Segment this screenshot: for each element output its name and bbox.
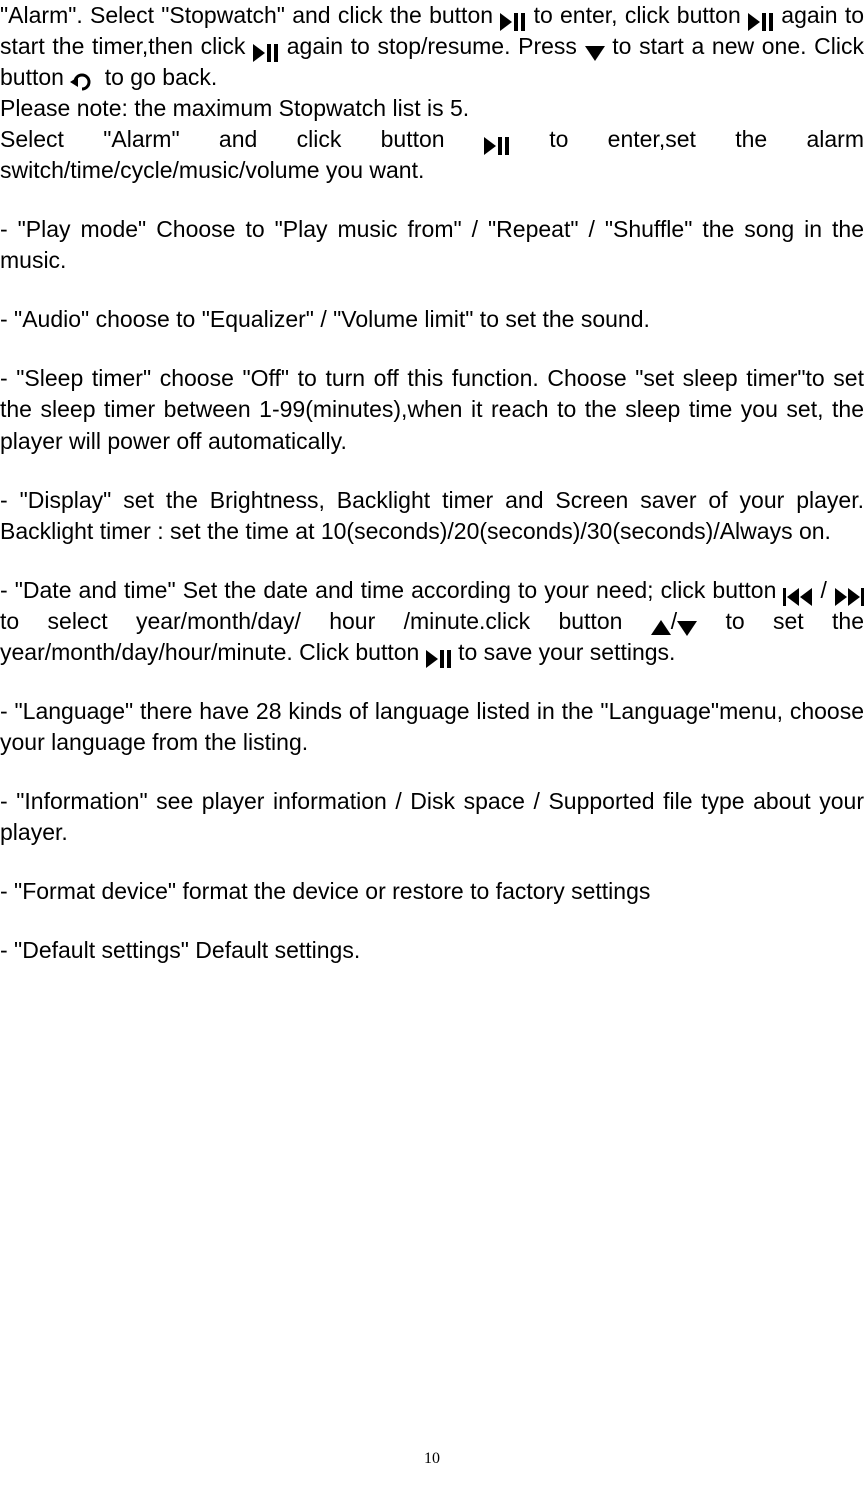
up-triangle-icon — [651, 614, 671, 632]
play-pause-icon — [426, 645, 452, 663]
text-segment: to save your settings. — [458, 639, 675, 665]
paragraph-datetime: - "Date and time" Set the date and time … — [0, 575, 864, 668]
paragraph-display: - "Display" set the Brightness, Backligh… — [0, 485, 864, 547]
back-icon — [70, 69, 98, 89]
text-segment: - "Date and time" Set the date and time … — [0, 577, 776, 603]
paragraph-information: - "Information" see player information /… — [0, 786, 864, 848]
previous-track-icon — [783, 583, 813, 601]
next-track-icon — [834, 583, 864, 601]
paragraph-note: Please note: the maximum Stopwatch list … — [0, 93, 864, 124]
down-triangle-icon — [585, 39, 605, 57]
page-number: 10 — [0, 1448, 864, 1470]
paragraph-alarm: Select "Alarm" and click button to enter… — [0, 124, 864, 186]
paragraph-sleep: - "Sleep timer" choose "Off" to turn off… — [0, 363, 864, 456]
text-segment: to go back. — [105, 64, 218, 90]
paragraph-format: - "Format device" format the device or r… — [0, 876, 864, 907]
paragraph-stopwatch: "Alarm". Select "Stopwatch" and click th… — [0, 0, 864, 93]
play-pause-icon — [484, 132, 510, 150]
text-segment: / — [821, 577, 834, 603]
paragraph-playmode: - "Play mode" Choose to "Play music from… — [0, 214, 864, 276]
play-pause-icon — [253, 39, 279, 57]
page-container: "Alarm". Select "Stopwatch" and click th… — [0, 0, 864, 1490]
paragraph-audio: - "Audio" choose to "Equalizer" / "Volum… — [0, 304, 864, 335]
text-segment: "Alarm". Select "Stopwatch" and click th… — [0, 2, 500, 28]
paragraph-default: - "Default settings" Default settings. — [0, 935, 864, 966]
text-segment: again to stop/resume. Press — [287, 33, 585, 59]
text-segment: to select year/month/day/ hour /minute.c… — [0, 608, 651, 634]
paragraph-language: - "Language" there have 28 kinds of lang… — [0, 696, 864, 758]
text-segment: to enter, click button — [534, 2, 748, 28]
text-segment: Select "Alarm" and click button — [0, 126, 484, 152]
down-triangle-icon — [677, 614, 697, 632]
document-content: "Alarm". Select "Stopwatch" and click th… — [0, 0, 864, 966]
play-pause-icon — [500, 8, 526, 26]
play-pause-icon — [748, 8, 774, 26]
